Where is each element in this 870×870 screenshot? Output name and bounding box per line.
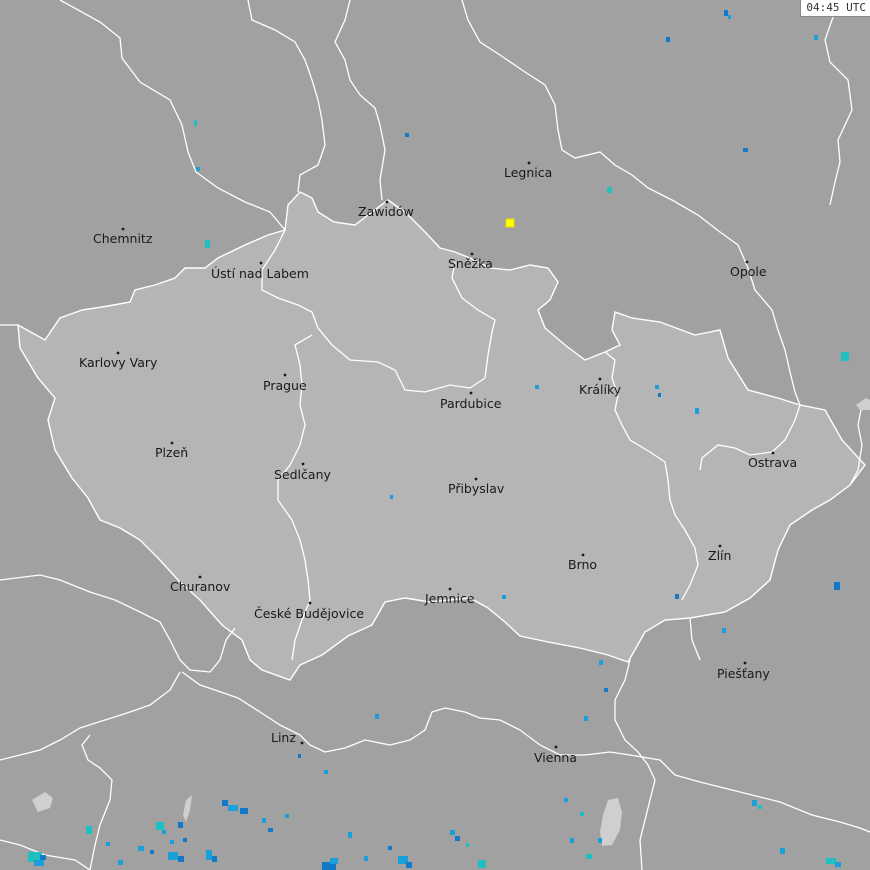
city-label-linz: Linz (271, 730, 296, 745)
city-karlovy-vary: Karlovy Vary (79, 351, 158, 370)
city-label-zlin: Zlín (708, 548, 731, 563)
city-dot (743, 661, 747, 665)
city-dot (470, 252, 474, 256)
city-zawidow: Zawidów (358, 200, 414, 219)
city-dot (718, 544, 722, 548)
city-snezka: Sněžka (448, 252, 493, 271)
city-dot (308, 601, 312, 605)
city-dot (259, 261, 263, 265)
city-label-ceske-budejovice: České Budějovice (254, 606, 364, 621)
city-label-kraliky: Králíky (579, 382, 622, 397)
city-label-legnica: Legnica (504, 165, 552, 180)
city-label-pardubice: Pardubice (440, 396, 502, 411)
city-dot (469, 391, 473, 395)
city-dot (771, 451, 775, 455)
city-dot (198, 575, 202, 579)
city-dot (745, 260, 749, 264)
city-label-chemnitz: Chemnitz (93, 231, 153, 246)
city-dot (527, 161, 531, 165)
city-dot (598, 377, 602, 381)
city-label-ostrava: Ostrava (748, 455, 797, 470)
city-plzen: Plzeň (155, 441, 188, 460)
city-label-opole: Opole (730, 264, 767, 279)
city-label-churanov: Churanov (170, 579, 231, 594)
city-label-usti-nad-labem: Ústí nad Labem (211, 266, 309, 281)
city-chemnitz: Chemnitz (93, 227, 153, 246)
city-label-plzen: Plzeň (155, 445, 188, 460)
city-zlin: Zlín (708, 544, 731, 563)
city-churanov: Churanov (170, 575, 231, 594)
city-dot (448, 587, 452, 591)
city-dot (581, 553, 585, 557)
radar-map: Legnica Zawidów Chemnitz Sněžka Opole Ús… (0, 0, 870, 870)
city-label-pribyslav: Přibyslav (448, 481, 505, 496)
city-label-zawidow: Zawidów (358, 204, 414, 219)
city-legnica: Legnica (504, 161, 552, 180)
city-dot (385, 200, 389, 204)
city-pribyslav: Přibyslav (448, 477, 505, 496)
city-label-vienna: Vienna (534, 750, 577, 765)
city-label-prague: Prague (263, 378, 307, 393)
city-opole: Opole (730, 260, 767, 279)
city-dot (301, 462, 305, 466)
city-ostrava: Ostrava (748, 451, 797, 470)
city-jemnice: Jemnice (424, 587, 475, 606)
city-label-sedlcany: Sedlčany (274, 467, 331, 482)
city-dot (170, 441, 174, 445)
city-dot (554, 745, 558, 749)
city-label-jemnice: Jemnice (424, 591, 475, 606)
city-dot (283, 373, 287, 377)
city-dot (121, 227, 125, 231)
city-label-piestany: Piešťany (717, 666, 770, 681)
city-label-karlovy-vary: Karlovy Vary (79, 355, 158, 370)
city-label-brno: Brno (568, 557, 597, 572)
city-dot (300, 741, 304, 745)
city-dot (474, 477, 478, 481)
lightning-strike-marker (505, 218, 515, 228)
city-brno: Brno (568, 553, 597, 572)
timestamp-label: 04:45 UTC (800, 0, 870, 17)
city-dot (116, 351, 120, 355)
city-label-snezka: Sněžka (448, 256, 493, 271)
